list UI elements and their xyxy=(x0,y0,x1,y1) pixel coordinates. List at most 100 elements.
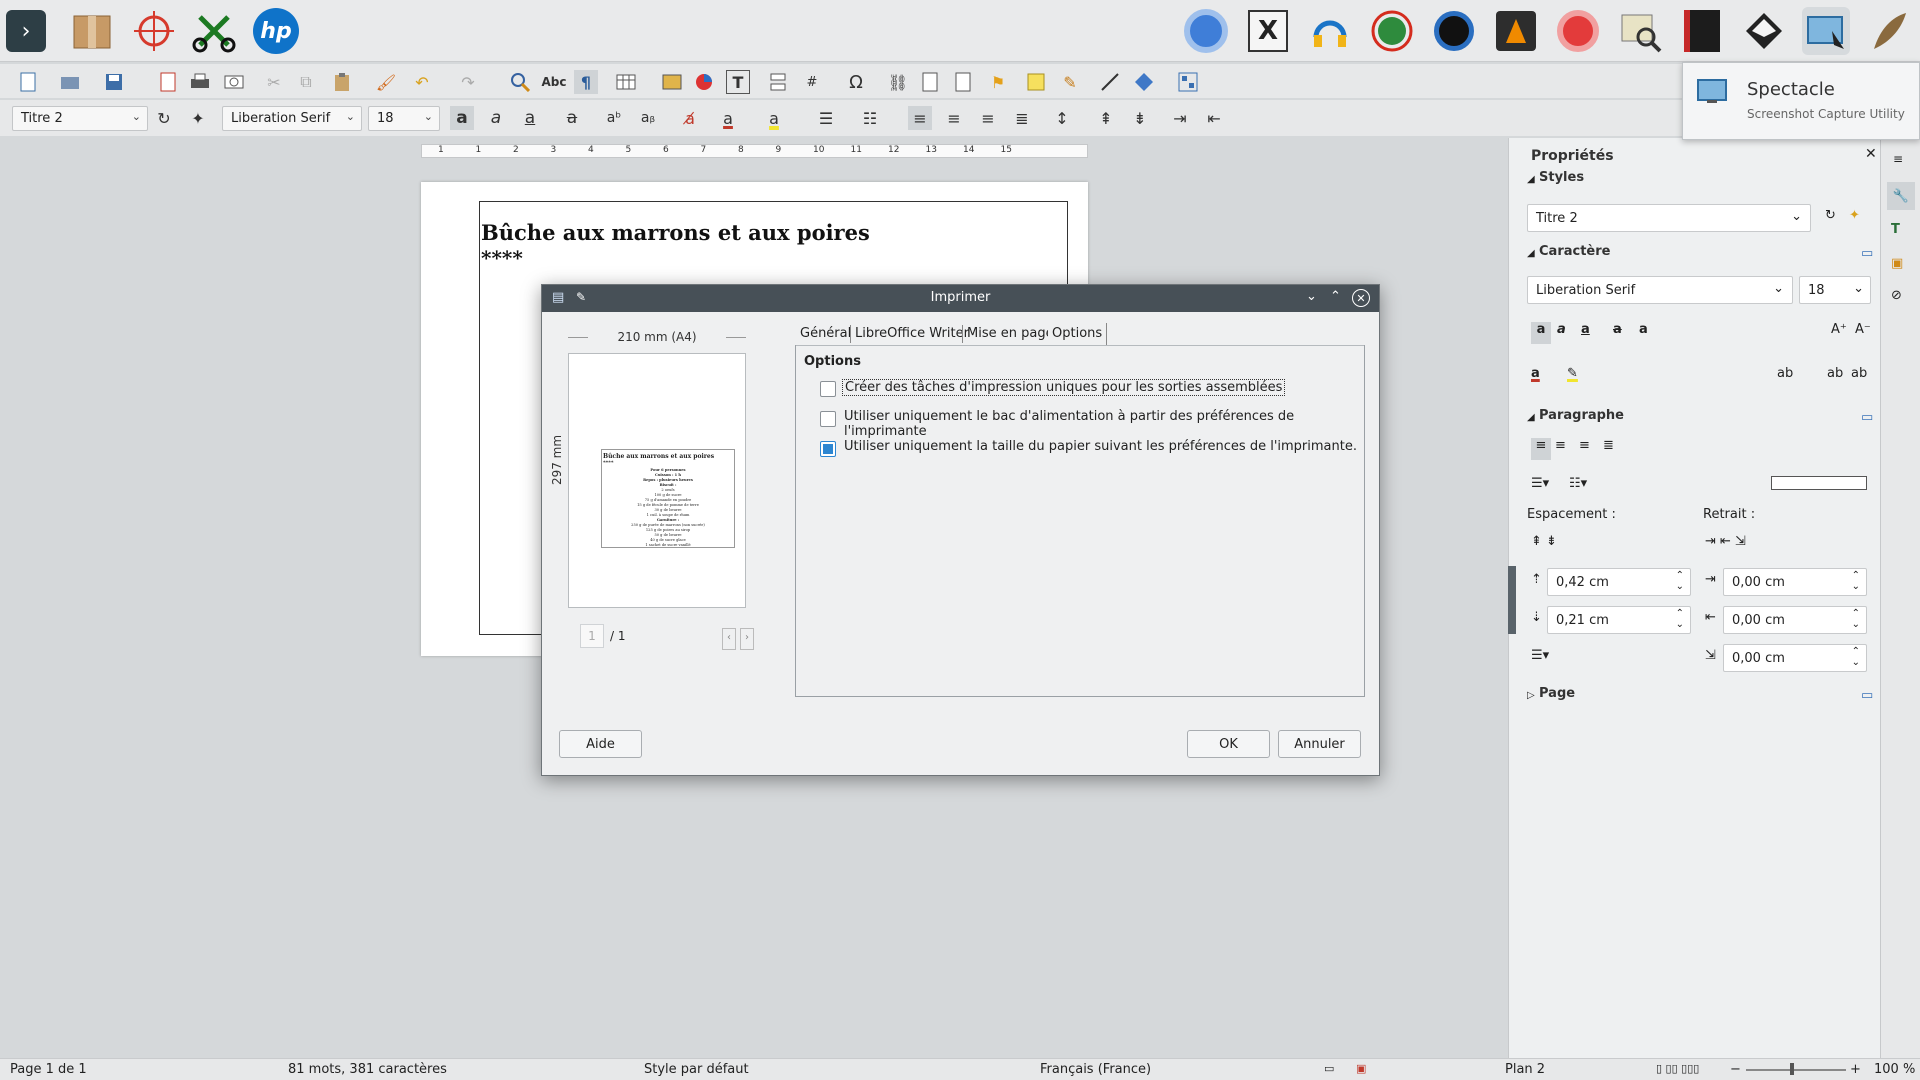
indent-before-input[interactable]: 0,00 cm ⌃ ⌄ xyxy=(1723,568,1867,596)
vlc-icon[interactable] xyxy=(1492,7,1540,55)
clone-formatting-icon[interactable]: 🖌 xyxy=(374,70,398,94)
styles-heading[interactable]: Styles xyxy=(1539,170,1584,185)
option-label-1[interactable]: Créer des tâches d'impression uniques po… xyxy=(842,379,1286,396)
numbered-list-icon[interactable]: ☷▾ xyxy=(1569,476,1587,491)
new-style-icon[interactable]: ✦ xyxy=(186,106,210,130)
new-style-icon[interactable]: ✦ xyxy=(1849,208,1860,223)
option-checkbox-3[interactable] xyxy=(820,441,836,457)
page-count[interactable]: Page 1 de 1 xyxy=(10,1062,87,1077)
globe-icon[interactable] xyxy=(1368,7,1416,55)
bullet-list-icon[interactable]: ☰ xyxy=(814,106,838,130)
open-folder-icon[interactable] xyxy=(58,70,82,94)
subscript-icon[interactable]: aᵦ xyxy=(636,106,660,130)
close-icon[interactable]: ✕ xyxy=(1352,289,1370,307)
line-spacing-icon[interactable]: ☰▾ xyxy=(1531,648,1549,663)
chromium-icon[interactable] xyxy=(1182,7,1230,55)
align-left-icon[interactable]: ≡ xyxy=(1531,438,1551,460)
spacing-below-input[interactable]: 0,21 cm ⌃ ⌄ xyxy=(1547,606,1691,634)
option-label-3[interactable]: Utiliser uniquement la taille du papier … xyxy=(844,439,1357,454)
decrease-indent-icon[interactable]: ⇤ xyxy=(1202,106,1226,130)
spelling-icon[interactable]: Abc xyxy=(542,70,567,94)
justify-icon[interactable]: ≣ xyxy=(1603,438,1614,453)
zoom-slider[interactable] xyxy=(1746,1069,1846,1071)
scissors-icon[interactable] xyxy=(190,7,238,55)
selection-mode-icon[interactable]: ▭ xyxy=(1324,1062,1334,1075)
dialog-titlebar[interactable]: ▤ ✎ Imprimer ⌄ ⌃ ✕ xyxy=(542,285,1379,312)
font-size-dropdown[interactable]: 18 ⌄ xyxy=(368,106,440,131)
spinner-icon[interactable]: ⌃ ⌄ xyxy=(1852,646,1860,668)
redo-icon[interactable]: ↷ xyxy=(456,70,480,94)
indent-after-input[interactable]: 0,00 cm ⌃ ⌄ xyxy=(1723,606,1867,634)
sidebar-splitter[interactable] xyxy=(1508,566,1516,634)
cut-icon[interactable]: ✂ xyxy=(262,70,286,94)
word-count[interactable]: 81 mots, 381 caractères xyxy=(288,1062,447,1077)
spacing-above-input[interactable]: 0,42 cm ⌃ ⌄ xyxy=(1547,568,1691,596)
align-left-icon[interactable]: ≡ xyxy=(908,106,932,130)
align-right-icon[interactable]: ≡ xyxy=(1579,438,1590,453)
xsane-icon[interactable]: X xyxy=(1244,7,1292,55)
strikethrough-icon[interactable]: a xyxy=(560,106,584,130)
first-line-indent-input[interactable]: 0,00 cm ⌃ ⌄ xyxy=(1723,644,1867,672)
indent-icons[interactable]: ⇥ ⇤ ⇲ xyxy=(1705,534,1746,549)
minimize-icon[interactable]: ⌄ xyxy=(1306,289,1317,304)
zoom-in-icon[interactable]: + xyxy=(1850,1062,1861,1077)
audio-icon[interactable] xyxy=(1306,7,1354,55)
collapse-icon[interactable]: ◢ xyxy=(1527,412,1535,423)
export-pdf-icon[interactable] xyxy=(156,70,180,94)
zoom-out-icon[interactable]: − xyxy=(1730,1062,1741,1077)
line-icon[interactable] xyxy=(1098,70,1122,94)
font-color-icon[interactable]: a xyxy=(716,106,740,130)
page-style[interactable]: Style par défaut xyxy=(644,1062,749,1077)
document-heading[interactable]: Bûche aux marrons et aux poires xyxy=(481,220,870,245)
more-options-icon[interactable]: ▭ xyxy=(1861,410,1873,425)
insert-image-icon[interactable] xyxy=(660,70,684,94)
align-center-icon[interactable]: ≡ xyxy=(1555,438,1566,453)
spinner-icon[interactable]: ⌃ ⌄ xyxy=(1676,608,1684,630)
align-center-icon[interactable]: ≡ xyxy=(942,106,966,130)
copy-icon[interactable]: ⧉ xyxy=(294,70,318,94)
special-character-icon[interactable]: Ω xyxy=(844,70,868,94)
tab-options[interactable]: Options xyxy=(1048,323,1108,345)
view-layout-icons[interactable]: ▯ ▯▯ ▯▯▯ xyxy=(1656,1062,1699,1075)
next-page-icon[interactable]: › xyxy=(740,628,754,650)
update-style-icon[interactable]: ↻ xyxy=(152,106,176,130)
print-preview-icon[interactable] xyxy=(222,70,246,94)
insert-chart-icon[interactable] xyxy=(692,70,716,94)
insert-table-icon[interactable] xyxy=(614,70,638,94)
maximize-icon[interactable]: ⌃ xyxy=(1330,289,1341,304)
terminal-icon[interactable]: › xyxy=(6,10,46,52)
document-stars[interactable]: **** xyxy=(481,246,523,270)
more-options-icon[interactable]: ▭ xyxy=(1861,688,1873,703)
navigator-tab-icon[interactable]: ⊘ xyxy=(1891,288,1902,303)
underline-icon[interactable]: a xyxy=(518,106,542,130)
option-label-2[interactable]: Utiliser uniquement le bac d'alimentatio… xyxy=(844,409,1364,439)
sidebar-style-dropdown[interactable]: Titre 2 ⌄ xyxy=(1527,204,1811,232)
print-icon[interactable] xyxy=(188,70,212,94)
cancel-button[interactable]: Annuler xyxy=(1278,730,1361,758)
insert-field-icon[interactable]: # xyxy=(800,70,824,94)
spectacle-icon[interactable] xyxy=(1802,7,1850,55)
disc-icon[interactable] xyxy=(1554,7,1602,55)
font-name-dropdown[interactable]: Liberation Serif ⌄ xyxy=(222,106,362,131)
collapse-icon[interactable]: ◢ xyxy=(1527,174,1535,185)
help-button[interactable]: Aide xyxy=(559,730,642,758)
decrease-spacing-icon[interactable]: ⇟ xyxy=(1128,106,1152,130)
strikethrough-icon[interactable]: a xyxy=(1613,322,1622,337)
properties-tab-icon[interactable]: 🔧 xyxy=(1887,182,1915,210)
styles-tab-icon[interactable]: T xyxy=(1891,222,1900,237)
spinner-icon[interactable]: ⌃ ⌄ xyxy=(1676,570,1684,592)
feather-icon[interactable] xyxy=(1864,7,1912,55)
underline-icon[interactable]: a xyxy=(1581,322,1590,337)
document-modified-icon[interactable]: ▣ xyxy=(1356,1062,1366,1075)
gallery-tab-icon[interactable]: ▣ xyxy=(1891,256,1903,271)
formatting-marks-icon[interactable]: ¶ xyxy=(574,70,598,94)
spinner-icon[interactable]: ⌃ ⌄ xyxy=(1852,570,1860,592)
ok-button[interactable]: OK xyxy=(1187,730,1270,758)
grid-icon[interactable] xyxy=(1176,70,1200,94)
expand-icon[interactable]: ▷ xyxy=(1527,690,1535,701)
save-icon[interactable] xyxy=(102,70,126,94)
sidebar-size-dropdown[interactable]: 18 ⌄ xyxy=(1799,276,1871,304)
find-replace-icon[interactable] xyxy=(508,70,532,94)
bold-icon[interactable]: a xyxy=(1531,322,1551,344)
page-number-input[interactable]: 1 xyxy=(580,624,604,648)
